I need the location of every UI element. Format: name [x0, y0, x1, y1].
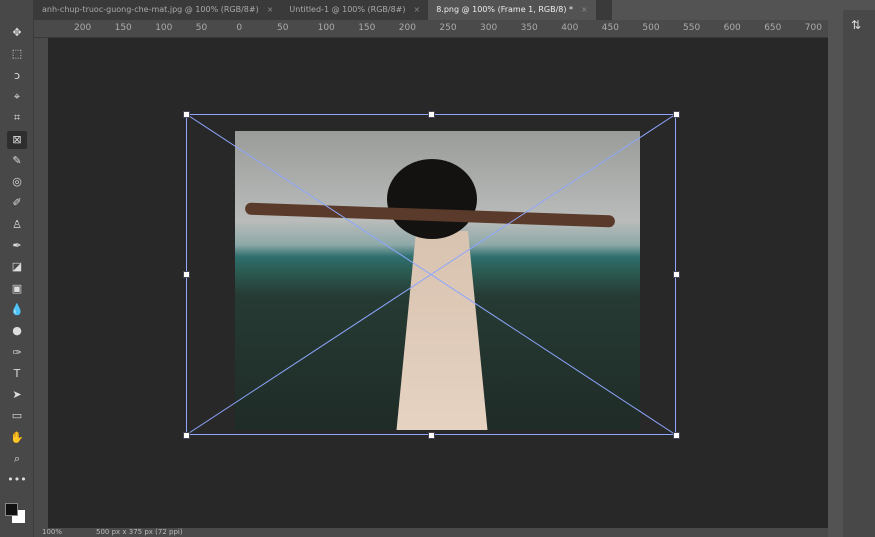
transform-handle[interactable] [673, 271, 680, 278]
zoom-level[interactable]: 100% [42, 528, 62, 536]
status-bar: 100% 500 px x 375 px (72 ppi) [34, 528, 828, 537]
transform-handle[interactable] [183, 271, 190, 278]
transform-bounding-box[interactable] [186, 114, 676, 435]
transform-handle[interactable] [673, 432, 680, 439]
transform-handle[interactable] [428, 432, 435, 439]
transform-handle[interactable] [428, 111, 435, 118]
transform-handle[interactable] [183, 111, 190, 118]
document-size: 500 px x 375 px (72 ppi) [96, 528, 183, 536]
transform-handle[interactable] [183, 432, 190, 439]
transform-handle[interactable] [673, 111, 680, 118]
